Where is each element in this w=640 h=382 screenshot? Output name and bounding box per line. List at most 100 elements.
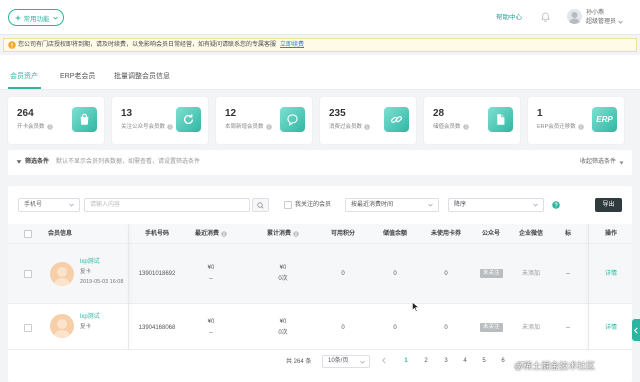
info-icon[interactable]	[578, 124, 584, 130]
stat-card-wechat-followers: 13 关注公众号会员数	[112, 97, 208, 144]
plus-icon	[15, 15, 21, 21]
stat-value: 12	[225, 108, 237, 119]
cell-tag: --	[566, 325, 570, 331]
table-header: 会员信息 手机号码 最近消费 累计消费 可用积分 储值余额 未使用卡券 公众号 …	[8, 224, 632, 244]
info-icon[interactable]	[265, 124, 272, 130]
stat-value: 13	[121, 108, 133, 119]
page-size-value: 10条/页	[328, 358, 349, 364]
page-button[interactable]: 2	[419, 355, 433, 368]
stat-card-card-members: 264 开卡会员数	[8, 97, 104, 144]
export-button[interactable]: 导出	[595, 198, 622, 212]
stat-card-erp-migrated: 1 ERP会员迁移数 ERP	[528, 97, 624, 144]
stat-label: ERP会员迁移数	[537, 123, 584, 131]
chevron-down-icon	[618, 20, 623, 24]
stat-value: 1	[537, 108, 543, 119]
help-center-link[interactable]: 帮助中心	[496, 13, 522, 22]
tab-batch-adjust[interactable]: 批量调整会员信息	[114, 72, 170, 82]
sort-field-select[interactable]: 按最近消费时间	[345, 198, 439, 212]
chevron-down-icon	[52, 16, 58, 20]
column-official-account: 公众号	[481, 231, 500, 237]
page-button[interactable]: 1	[399, 355, 413, 368]
cell-tag: --	[566, 271, 570, 277]
cell-points: 0	[341, 271, 345, 277]
erp-icon-text: ERP	[596, 115, 613, 124]
stat-label-text: 本周新增会员数	[225, 124, 264, 130]
page-button[interactable]: 4	[458, 355, 472, 368]
stat-value: 235	[329, 108, 346, 119]
stat-card-new-members: 12 本周新增会员数	[216, 97, 312, 144]
cell-phone: 13904168068	[138, 325, 176, 331]
row-checkbox[interactable]	[24, 270, 32, 278]
filter-hint: 默认不显示会员列表数据，如需查看，请设置筛选条件	[56, 159, 201, 165]
info-icon[interactable]	[167, 124, 173, 130]
search-placeholder: 请输入内容	[90, 202, 121, 208]
table-row[interactable]: lxp测试 复卡 13904168068 ¥0 -- ¥0 0次 0 0 0 未…	[8, 304, 632, 350]
column-total-consume[interactable]: 累计消费	[258, 224, 308, 244]
column-balance: 储值余额	[382, 231, 407, 237]
help-icon[interactable]	[552, 201, 560, 209]
page-button[interactable]: 5	[477, 355, 491, 368]
cell-last-time: --	[209, 330, 213, 336]
member-card-type: 复卡	[80, 324, 92, 330]
cell-points: 0	[341, 325, 345, 331]
member-avatar	[50, 262, 74, 286]
stat-label: 本周新增会员数	[225, 123, 272, 131]
info-icon[interactable]	[293, 231, 299, 237]
info-icon[interactable]	[46, 124, 53, 130]
sort-order-select[interactable]: 降序	[448, 198, 544, 212]
bell-icon[interactable]	[541, 12, 550, 22]
detail-link[interactable]: 详情	[590, 270, 632, 278]
table-row[interactable]: lxp测试 复卡 2019-05-03 16:08 13901018692 ¥0…	[8, 244, 632, 304]
notice-text: 您公司有门店授权即将到期，请及时续费，以免影响会员日常经营，如有疑问请联系您的专…	[18, 42, 277, 48]
quick-functions-button[interactable]: 常用功能	[8, 9, 64, 26]
follow-only-checkbox[interactable]	[284, 201, 292, 209]
top-bar: 常用功能 帮助中心 孙小燕 超级管理员	[0, 0, 640, 35]
follow-only-label[interactable]: 我关注的会员	[295, 201, 331, 209]
stat-value: 264	[17, 108, 34, 119]
user-role[interactable]: 超级管理员	[586, 18, 623, 26]
search-input[interactable]: 请输入内容	[84, 198, 250, 212]
notice-link[interactable]: 立即续费	[280, 42, 304, 48]
cell-enterprise-wechat: 未添加	[521, 271, 540, 277]
tab-erp-members[interactable]: ERP老会员	[60, 72, 95, 82]
filter-panel: 筛选条件 默认不显示会员列表数据，如需查看，请设置筛选条件 收起筛选条件	[8, 150, 632, 175]
chevron-left-icon	[634, 326, 638, 334]
side-panel-toggle[interactable]	[632, 319, 640, 341]
tab-member-assets[interactable]: 会员资产	[10, 72, 38, 82]
search-field-select[interactable]: 手机号	[18, 198, 80, 212]
prev-page-icon[interactable]	[382, 357, 386, 364]
row-checkbox[interactable]	[24, 324, 32, 332]
cell-enterprise-wechat: 未添加	[521, 325, 540, 331]
cell-last-amount: ¥0	[207, 319, 215, 325]
select-all-checkbox[interactable]	[24, 230, 32, 238]
member-name-link[interactable]: lxp测试	[80, 313, 100, 321]
column-enterprise-wechat: 企业微信	[518, 231, 543, 237]
stat-label-text: ERP会员迁移数	[537, 124, 576, 130]
active-tab-indicator	[8, 87, 41, 89]
fixed-column-divider	[128, 224, 129, 350]
chevron-down-icon	[533, 203, 538, 207]
info-icon[interactable]	[221, 231, 227, 237]
page-button[interactable]: 3	[439, 355, 453, 368]
page-button[interactable]: 6	[496, 355, 510, 368]
user-name[interactable]: 孙小燕	[586, 9, 604, 17]
detail-link[interactable]: 详情	[590, 324, 632, 332]
info-icon[interactable]	[462, 124, 469, 130]
search-button[interactable]	[252, 198, 269, 212]
search-field-value: 手机号	[24, 202, 43, 208]
quick-functions-label: 常用功能	[23, 15, 50, 23]
user-avatar[interactable]	[567, 9, 582, 24]
column-phone: 手机号码	[144, 231, 169, 237]
member-join-date: 2019-05-03 16:08	[80, 279, 124, 285]
page-size-select[interactable]: 10条/页	[322, 355, 370, 368]
column-last-consume[interactable]: 最近消费	[184, 224, 238, 244]
caret-down-icon	[619, 161, 624, 165]
column-points: 可用积分	[330, 231, 355, 237]
collapse-filter-button[interactable]: 收起筛选条件	[580, 158, 624, 167]
search-icon	[257, 201, 264, 209]
cell-phone: 13901018692	[138, 271, 176, 277]
mouse-cursor-icon	[412, 302, 419, 312]
member-name-link[interactable]: lxp测试	[80, 258, 100, 266]
info-icon[interactable]	[364, 124, 370, 130]
stat-label-text: 关注公众号会员数	[121, 124, 166, 130]
